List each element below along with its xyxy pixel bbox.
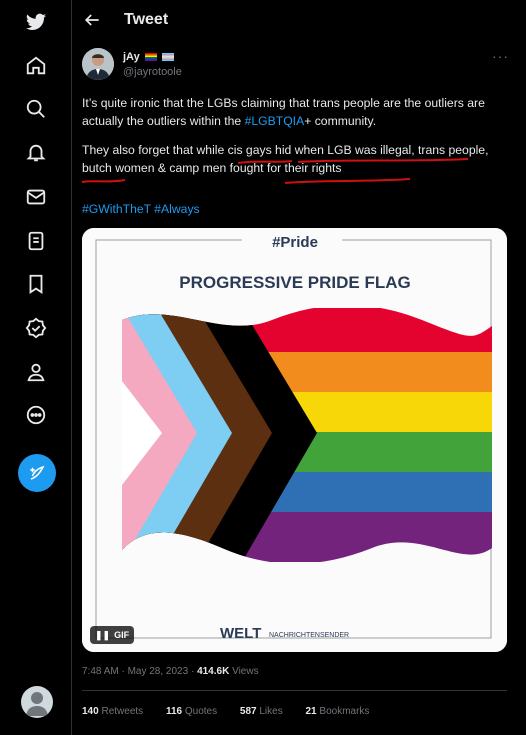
more-options-icon[interactable]: ··· (492, 48, 509, 64)
retweets-stat[interactable]: 140 Retweets (82, 706, 153, 717)
tweet-hashtags: #GWithTheT #Always (82, 202, 200, 216)
tweet-timestamp-views: 7:48 AM · May 28, 2023 · 414.6K Views (82, 666, 259, 677)
twitter-logo-icon[interactable] (22, 8, 50, 36)
messages-icon[interactable] (22, 183, 50, 211)
author-avatar[interactable] (82, 48, 114, 80)
retweets-label: Retweets (101, 706, 144, 717)
gif-pause-badge[interactable]: ❚❚ GIF (90, 626, 135, 644)
sidebar-nav (0, 0, 72, 735)
tweet-header: Tweet (72, 0, 526, 40)
likes-label: Likes (259, 706, 283, 717)
gif-label: GIF (114, 630, 130, 640)
welt-logo: WELT (220, 625, 261, 642)
quotes-label: Quotes (184, 706, 218, 717)
tweet-paragraph-1: It’s quite ironic that the LGBs claiming… (82, 94, 502, 130)
hashtag-always-link[interactable]: #Always (154, 202, 199, 216)
trans-flag-icon (161, 53, 174, 62)
tweet-text-part: + community. (304, 114, 377, 128)
flag-title: PROGRESSIVE PRIDE FLAG (179, 273, 410, 292)
views-label: Views (229, 666, 259, 677)
rainbow-flag-icon (144, 53, 157, 62)
profile-icon[interactable] (22, 358, 50, 386)
bookmarks-stat[interactable]: 21 Bookmarks (306, 706, 380, 717)
quotes-count: 116 (165, 706, 183, 717)
flag-wave (122, 308, 492, 562)
views-count: 414.6K (197, 666, 230, 677)
retweets-count: 140 (82, 706, 99, 717)
lists-icon[interactable] (22, 227, 50, 255)
author-handle[interactable]: @jayrotoole (123, 66, 182, 78)
search-icon[interactable] (22, 95, 50, 123)
more-icon[interactable] (22, 401, 50, 429)
home-icon[interactable] (22, 52, 50, 80)
back-arrow-icon[interactable] (82, 10, 102, 30)
welt-subtitle: NACHRICHTENSENDER (269, 632, 349, 639)
tweet-media-gif[interactable]: #Pride PROGRESSIVE PRIDE FLAG WELT NACHR… (82, 228, 507, 652)
red-underline-annotation (81, 158, 469, 184)
bookmarks-count: 21 (305, 706, 317, 717)
bookmarks-label: Bookmarks (319, 706, 370, 717)
tweet-timestamp[interactable]: 7:48 AM · May 28, 2023 · (82, 666, 197, 677)
bookmarks-icon[interactable] (22, 270, 50, 298)
compose-button[interactable] (18, 454, 56, 492)
page-title: Tweet (124, 11, 169, 28)
likes-count: 587 (239, 706, 257, 717)
account-avatar[interactable] (21, 686, 53, 718)
author-display-name[interactable]: jAy (123, 51, 174, 63)
likes-stat[interactable]: 587 Likes (240, 706, 293, 717)
pause-icon: ❚❚ (95, 629, 111, 640)
notifications-icon[interactable] (22, 139, 50, 167)
progressive-pride-flag-image: #Pride PROGRESSIVE PRIDE FLAG WELT NACHR… (82, 228, 507, 652)
display-name-text: jAy (123, 51, 140, 63)
tweet-stats: 140 Retweets 116 Quotes 587 Likes 21 Boo… (82, 706, 389, 717)
hashtag-gwiththet-link[interactable]: #GWithTheT (82, 202, 151, 216)
pride-hashtag-label: #Pride (272, 234, 318, 251)
verified-icon[interactable] (22, 314, 50, 342)
hashtag-lgbtqia-link[interactable]: #LGBTQIA (245, 114, 305, 128)
quotes-stat[interactable]: 116 Quotes (166, 706, 227, 717)
divider (82, 690, 507, 691)
compose-icon (30, 465, 45, 480)
